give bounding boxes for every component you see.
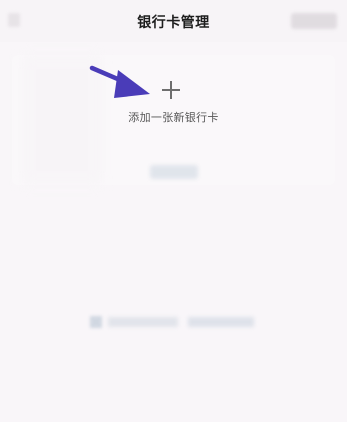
link-icon <box>90 316 102 328</box>
top-navigation-bar: 银行卡管理 <box>0 0 347 42</box>
bottom-link-text-1[interactable] <box>108 317 178 327</box>
bottom-link-row[interactable] <box>90 314 260 330</box>
bank-card-management-screen: 银行卡管理 添加一张新银行卡 <box>0 0 347 422</box>
plus-icon[interactable] <box>161 80 181 100</box>
bottom-link-text-2[interactable] <box>188 317 254 327</box>
add-card-label[interactable]: 添加一张新银行卡 <box>0 109 347 125</box>
blurred-link[interactable] <box>150 165 198 179</box>
topbar-action-button[interactable] <box>291 13 337 29</box>
arrow-pointer-icon <box>89 65 150 98</box>
